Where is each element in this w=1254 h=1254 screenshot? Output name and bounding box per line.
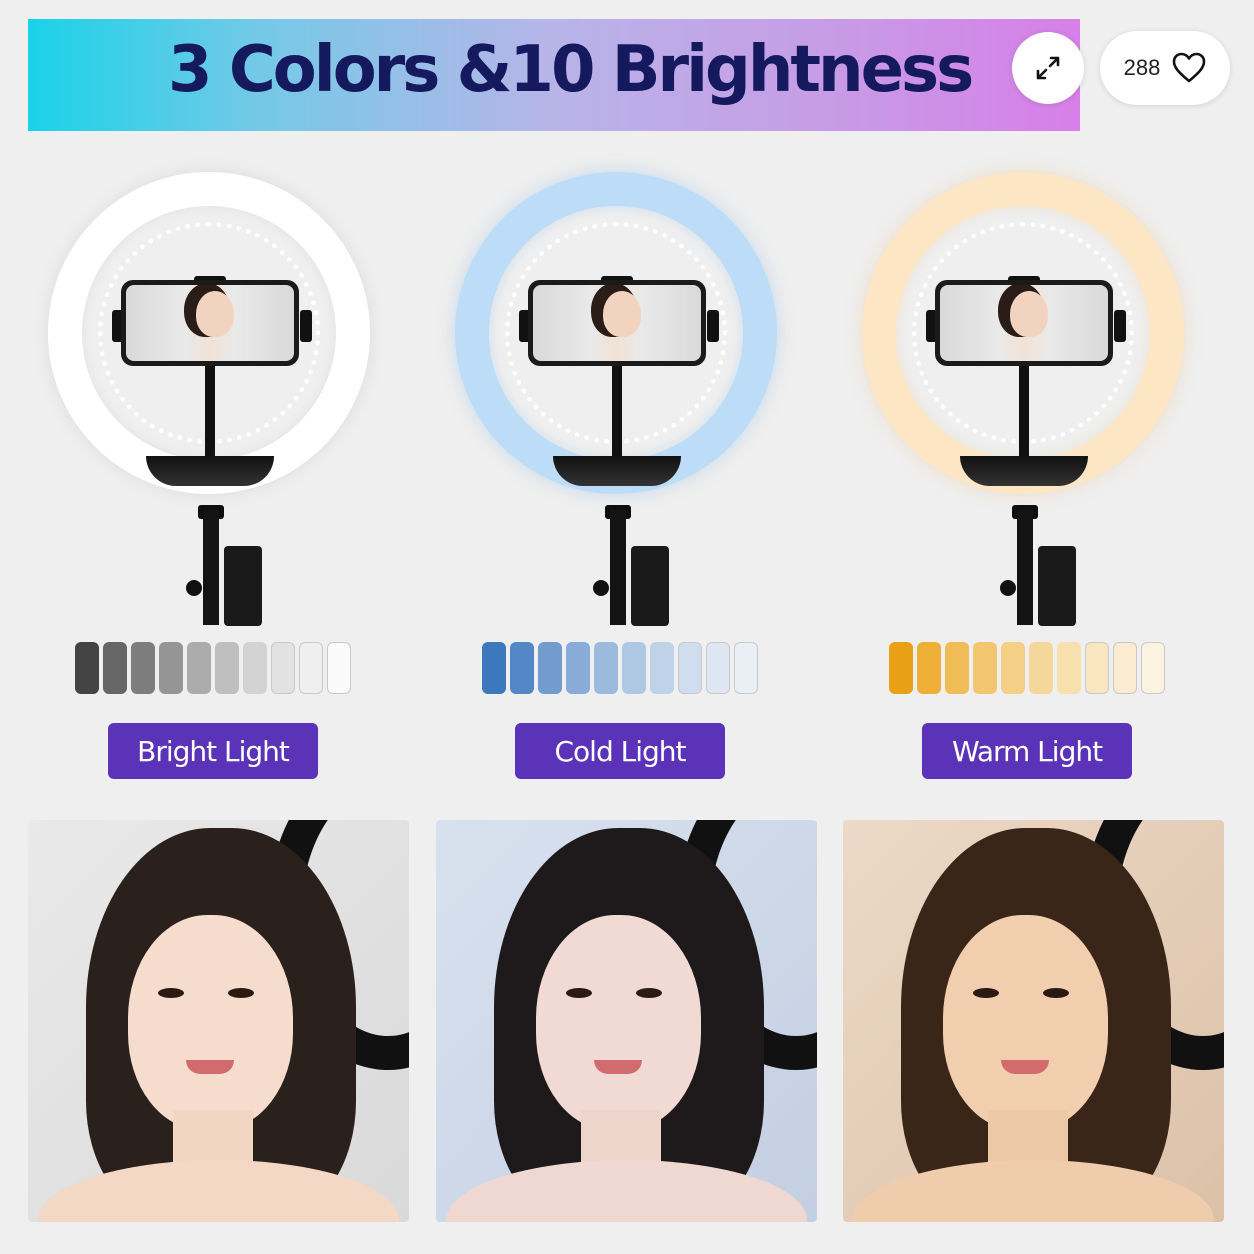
stand-pole [203,510,219,625]
mode-panel-warm: Warm Light [842,160,1242,800]
brightness-swatch [1001,642,1025,694]
brightness-swatch [1085,642,1109,694]
mode-panel-cold: Cold Light [435,160,835,800]
brightness-swatch [482,642,506,694]
brightness-swatch [678,642,702,694]
brightness-swatch [75,642,99,694]
stand-knob [186,580,202,596]
brightness-swatch [215,642,239,694]
brightness-swatch [973,642,997,694]
brightness-swatch [327,642,351,694]
brightness-swatch [945,642,969,694]
brightness-swatch [594,642,618,694]
brightness-swatch [271,642,295,694]
expand-button[interactable] [1012,32,1084,104]
brightness-swatch [734,642,758,694]
header-banner: 3 Colors &10 Brightness [28,19,1080,131]
portrait-photo-warm [843,820,1224,1222]
phone-image [121,280,299,366]
remote-holder [1038,546,1076,626]
brightness-swatch [159,642,183,694]
phone-holder-stem [1019,366,1029,461]
brightness-swatch [917,642,941,694]
brightness-swatch [1141,642,1165,694]
phone-image [935,280,1113,366]
banner-title: 3 Colors &10 Brightness [168,33,974,107]
brightness-swatches [889,642,1165,694]
phone-holder-base [553,456,681,486]
brightness-swatch [1029,642,1053,694]
remote-holder [631,546,669,626]
mode-label-bright: Bright Light [108,723,318,779]
brightness-swatch [1057,642,1081,694]
phone-holder-base [146,456,274,486]
brightness-swatch [187,642,211,694]
phone-clamp [707,310,719,342]
mode-panel-bright: Bright Light [28,160,428,800]
phone-holder-stem [205,366,215,461]
brightness-swatch [622,642,646,694]
stand-pole [1017,510,1033,625]
portrait-photo-cold [436,820,817,1222]
phone-holder-base [960,456,1088,486]
phone-clamp [300,310,312,342]
heart-icon [1173,52,1206,83]
brightness-swatch [299,642,323,694]
brightness-swatch [538,642,562,694]
remote-holder [224,546,262,626]
brightness-swatches [75,642,351,694]
phone-image [528,280,706,366]
stand-pole [610,510,626,625]
brightness-swatch [510,642,534,694]
brightness-swatch [243,642,267,694]
phone-clamp [1114,310,1126,342]
brightness-swatch [1113,642,1137,694]
brightness-swatch [889,642,913,694]
phone-holder-stem [612,366,622,461]
stand-knob [593,580,609,596]
brightness-swatch [103,642,127,694]
brightness-swatch [131,642,155,694]
portrait-photo-bright [28,820,409,1222]
like-button[interactable]: 288 [1100,31,1230,105]
brightness-swatch [650,642,674,694]
expand-icon [1036,56,1060,80]
mode-label-cold: Cold Light [515,723,725,779]
brightness-swatch [566,642,590,694]
stand-knob [1000,580,1016,596]
mode-label-warm: Warm Light [922,723,1132,779]
brightness-swatch [706,642,730,694]
like-count: 288 [1123,55,1161,80]
brightness-swatches [482,642,758,694]
